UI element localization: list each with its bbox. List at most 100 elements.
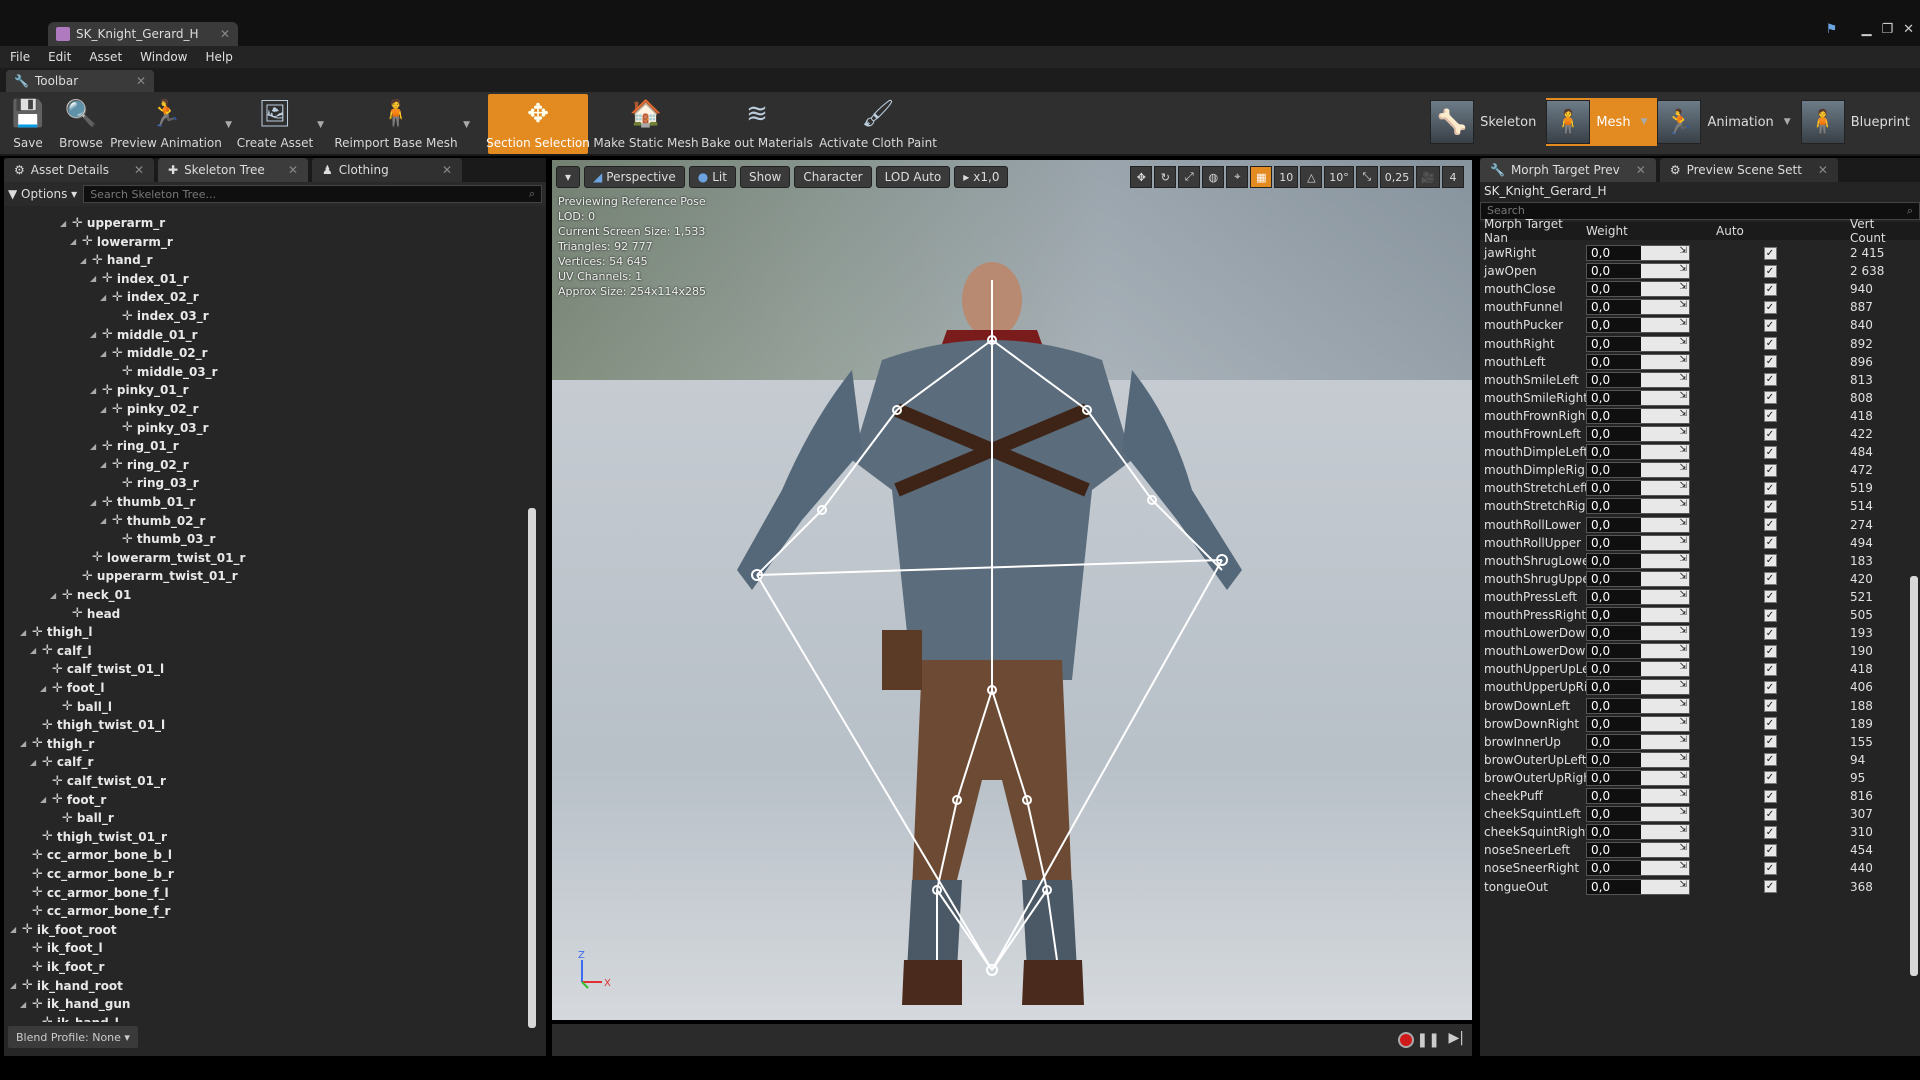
lit-button[interactable]: ● Lit (688, 166, 736, 188)
table-row[interactable]: cheekSquintLeft 0,0 ⇲ ✓ 307 (1480, 805, 1910, 823)
weight-slider[interactable]: ⇲ (1641, 716, 1689, 731)
weight-input[interactable]: 0,0 ⇲ (1586, 625, 1690, 642)
weight-input[interactable]: 0,0 ⇲ (1586, 498, 1690, 515)
weight-slider[interactable]: ⇲ (1641, 481, 1689, 496)
weight-slider[interactable]: ⇲ (1641, 372, 1689, 387)
auto-checkbox[interactable]: ✓ (1763, 318, 1777, 332)
weight-input[interactable]: 0,0 ⇲ (1586, 371, 1690, 388)
table-row[interactable]: mouthStretchLeft 0,0 ⇲ ✓ 519 (1480, 479, 1910, 497)
weight-slider[interactable]: ⇲ (1641, 608, 1689, 622)
auto-checkbox[interactable]: ✓ (1763, 843, 1777, 857)
tree-item[interactable]: ✛ lowerarm_twist_01_r (80, 549, 245, 567)
auto-checkbox[interactable]: ✓ (1763, 373, 1777, 387)
table-row[interactable]: mouthPucker 0,0 ⇲ ✓ 840 (1480, 316, 1910, 334)
auto-checkbox[interactable]: ✓ (1763, 391, 1777, 405)
browse-button[interactable]: 🔍 Browse (56, 94, 106, 154)
table-row[interactable]: cheekPuff 0,0 ⇲ ✓ 816 (1480, 787, 1910, 805)
table-row[interactable]: mouthShrugUpper 0,0 ⇲ ✓ 420 (1480, 570, 1910, 588)
menu-edit[interactable]: Edit (48, 50, 71, 64)
weight-input[interactable]: 0,0 ⇲ (1586, 480, 1690, 497)
table-row[interactable]: mouthLeft 0,0 ⇲ ✓ 896 (1480, 353, 1910, 371)
auto-checkbox[interactable]: ✓ (1763, 825, 1777, 839)
auto-checkbox[interactable]: ✓ (1763, 518, 1777, 531)
auto-checkbox[interactable]: ✓ (1763, 536, 1777, 550)
auto-checkbox[interactable]: ✓ (1763, 735, 1777, 749)
weight-slider[interactable]: ⇲ (1641, 571, 1689, 586)
auto-checkbox[interactable]: ✓ (1763, 300, 1777, 314)
viewport-options-button[interactable]: ▾ (556, 166, 581, 188)
scale-snap-icon[interactable]: ⤡ (1355, 166, 1378, 188)
weight-input[interactable]: 0,0 ⇲ (1586, 715, 1690, 732)
close-icon[interactable]: ✕ (134, 163, 144, 177)
menu-window[interactable]: Window (140, 50, 187, 64)
auto-checkbox[interactable]: ✓ (1763, 499, 1777, 513)
table-row[interactable]: mouthDimpleRight 0,0 ⇲ ✓ 472 (1480, 461, 1910, 479)
weight-input[interactable]: 0,0 ⇲ (1586, 335, 1690, 352)
weight-slider[interactable]: ⇲ (1641, 879, 1689, 894)
translate-icon[interactable]: ✥ (1130, 166, 1153, 188)
weight-input[interactable]: 0,0 ⇲ (1586, 462, 1690, 479)
table-row[interactable]: mouthFrownLeft 0,0 ⇲ ✓ 422 (1480, 425, 1910, 443)
weight-slider[interactable]: ⇲ (1641, 770, 1689, 785)
expand-arrow-icon[interactable]: ◢ (100, 349, 108, 358)
table-row[interactable]: noseSneerLeft 0,0 ⇲ ✓ 454 (1480, 841, 1910, 859)
weight-input[interactable]: 0,0 ⇲ (1586, 444, 1690, 461)
weight-input[interactable]: 0,0 ⇲ (1586, 860, 1690, 877)
save-button[interactable]: 💾 Save (6, 94, 50, 154)
auto-checkbox[interactable]: ✓ (1763, 861, 1777, 875)
table-row[interactable]: mouthStretchRight 0,0 ⇲ ✓ 514 (1480, 497, 1910, 515)
weight-slider[interactable]: ⇲ (1641, 445, 1689, 460)
weight-slider[interactable]: ⇲ (1641, 499, 1689, 514)
close-icon[interactable]: ✕ (136, 74, 146, 88)
weight-input[interactable]: 0,0 ⇲ (1586, 534, 1690, 551)
tree-item[interactable]: ✛ thigh_twist_01_l (30, 716, 165, 734)
tree-item[interactable]: ✛ calf_twist_01_r (40, 772, 166, 790)
tree-item[interactable]: ◢ ✛ ik_foot_root (10, 921, 117, 939)
tree-item[interactable]: ◢ ✛ calf_l (30, 642, 92, 660)
table-row[interactable]: tongueOut 0,0 ⇲ ✓ 368 (1480, 878, 1910, 896)
weight-slider[interactable]: ⇲ (1641, 264, 1689, 279)
expand-arrow-icon[interactable]: ◢ (60, 219, 68, 228)
expand-arrow-icon[interactable]: ◢ (90, 386, 98, 395)
chevron-down-icon[interactable]: ▼ (317, 120, 324, 130)
tree-item[interactable]: ✛ ik_foot_r (20, 958, 104, 976)
weight-input[interactable]: 0,0 ⇲ (1586, 661, 1690, 678)
record-button[interactable] (1398, 1032, 1414, 1048)
tree-item[interactable]: ◢ ✛ middle_02_r (100, 344, 208, 362)
auto-checkbox[interactable]: ✓ (1763, 753, 1777, 767)
tree-item[interactable]: ◢ ✛ index_02_r (100, 288, 199, 306)
world-local-icon[interactable]: ◍ (1202, 166, 1225, 188)
table-row[interactable]: mouthPressLeft 0,0 ⇲ ✓ 521 (1480, 588, 1910, 606)
table-row[interactable]: mouthLowerDownR 0,0 ⇲ ✓ 190 (1480, 642, 1910, 660)
table-row[interactable]: mouthRollLower 0,0 ⇲ ✓ 274 (1480, 516, 1910, 534)
weight-slider[interactable]: ⇲ (1641, 300, 1689, 315)
weight-input[interactable]: 0,0 ⇲ (1586, 697, 1690, 714)
close-icon[interactable]: ✕ (1636, 163, 1646, 177)
mode-skeleton[interactable]: 🦴 Skeleton (1430, 98, 1546, 146)
weight-slider[interactable]: ⇲ (1641, 589, 1689, 604)
close-window-button[interactable]: ✕ (1903, 22, 1914, 37)
tree-item[interactable]: ✛ cc_armor_bone_f_l (20, 884, 169, 902)
expand-arrow-icon[interactable]: ◢ (20, 1000, 28, 1009)
weight-slider[interactable]: ⇲ (1641, 680, 1689, 695)
auto-checkbox[interactable]: ✓ (1763, 264, 1777, 278)
weight-slider[interactable]: ⇲ (1641, 517, 1689, 532)
document-tab[interactable]: SK_Knight_Gerard_H ✕ (48, 22, 238, 46)
table-row[interactable]: browDownRight 0,0 ⇲ ✓ 189 (1480, 715, 1910, 733)
weight-input[interactable]: 0,0 ⇲ (1586, 426, 1690, 442)
toolbar-tab[interactable]: 🔧 Toolbar ✕ (6, 70, 154, 92)
table-row[interactable]: mouthRollUpper 0,0 ⇲ ✓ 494 (1480, 534, 1910, 552)
table-row[interactable]: noseSneerRight 0,0 ⇲ ✓ 440 (1480, 859, 1910, 877)
menu-asset[interactable]: Asset (89, 50, 122, 64)
weight-slider[interactable]: ⇲ (1641, 390, 1689, 405)
weight-slider[interactable]: ⇲ (1641, 861, 1689, 876)
expand-arrow-icon[interactable]: ◢ (10, 925, 18, 934)
weight-slider[interactable]: ⇲ (1641, 789, 1689, 803)
camera-speed-icon[interactable]: 🎥 (1416, 166, 1440, 188)
auto-checkbox[interactable]: ✓ (1763, 807, 1777, 821)
tree-item[interactable]: ◢ ✛ thigh_r (20, 735, 94, 753)
weight-input[interactable]: 0,0 ⇲ (1586, 769, 1690, 786)
show-button[interactable]: Show (739, 166, 791, 188)
surface-snap-icon[interactable]: ⌖ (1226, 166, 1249, 188)
weight-input[interactable]: 0,0 ⇲ (1586, 878, 1690, 895)
